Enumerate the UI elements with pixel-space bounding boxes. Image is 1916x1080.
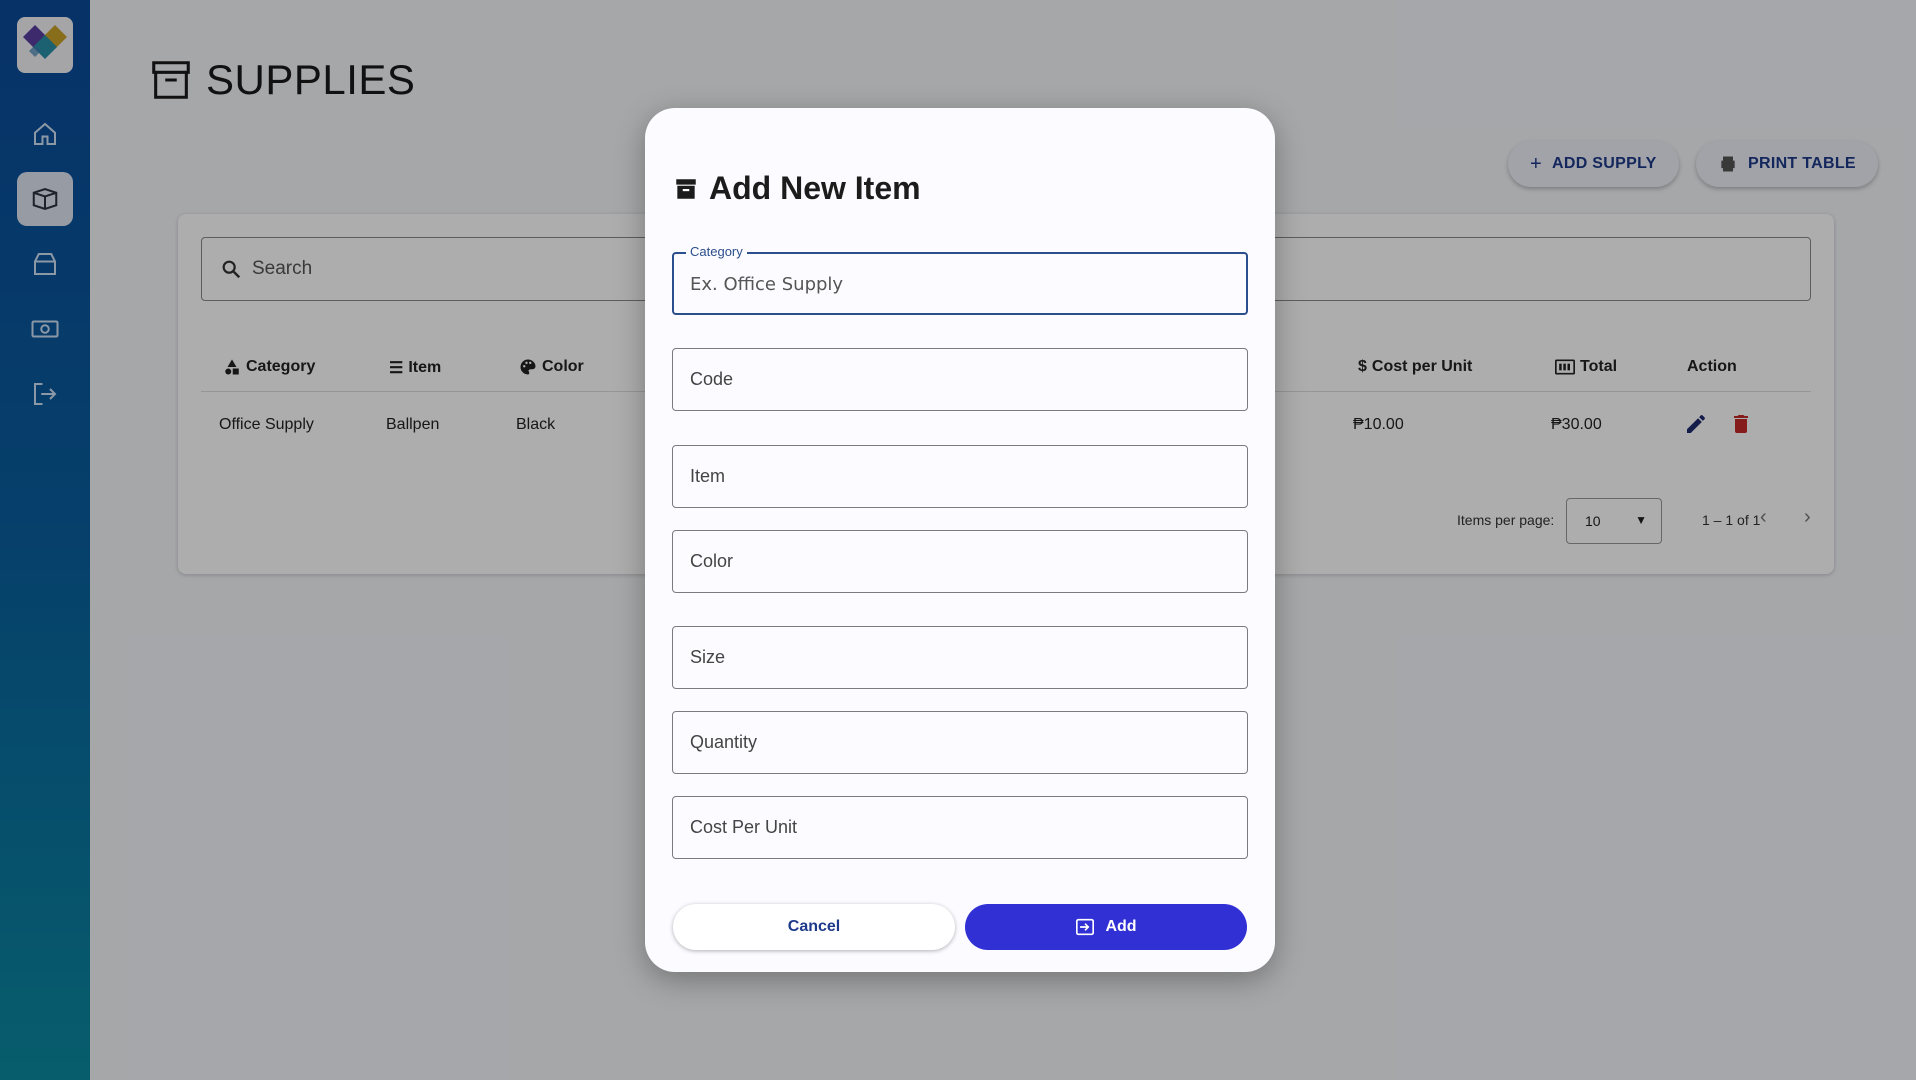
login-icon — [1076, 918, 1095, 936]
category-label: Category — [686, 244, 747, 259]
color-field[interactable]: Color — [672, 530, 1248, 593]
cancel-label: Cancel — [787, 918, 841, 935]
quantity-field[interactable]: Quantity — [672, 711, 1248, 774]
size-label: Size — [690, 647, 726, 667]
dialog-header: Add New Item — [673, 170, 921, 207]
add-button[interactable]: Add — [965, 904, 1247, 950]
quantity-label: Quantity — [690, 732, 758, 752]
color-label: Color — [690, 551, 734, 571]
item-label: Item — [690, 466, 726, 486]
add-item-dialog: Add New Item Category Code Item Color Si… — [645, 108, 1275, 972]
category-input[interactable] — [690, 270, 1230, 298]
dialog-title: Add New Item — [709, 170, 921, 206]
item-field[interactable]: Item — [672, 445, 1248, 508]
add-label: Add — [1105, 918, 1137, 935]
cost-per-unit-label: Cost Per Unit — [690, 817, 798, 837]
cancel-button[interactable]: Cancel — [673, 904, 955, 950]
archive-icon — [676, 178, 696, 199]
code-label: Code — [690, 369, 734, 389]
category-field[interactable]: Category — [672, 244, 1248, 315]
code-field[interactable]: Code — [672, 348, 1248, 411]
size-field[interactable]: Size — [672, 626, 1248, 689]
cost-per-unit-field[interactable]: Cost Per Unit — [672, 796, 1248, 859]
